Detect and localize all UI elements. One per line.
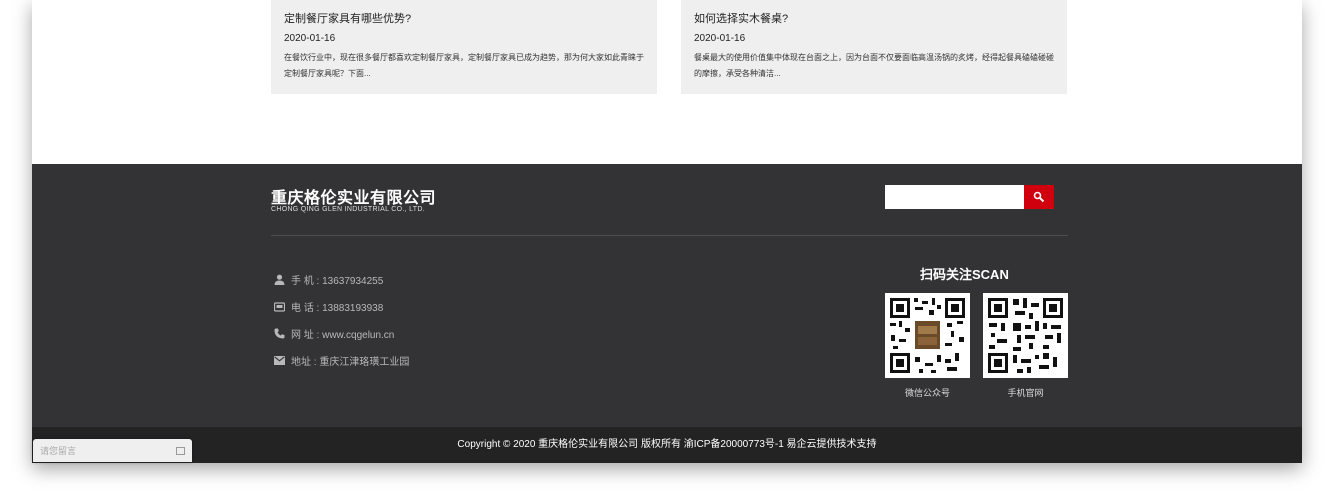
phone-desk-icon [273, 301, 285, 313]
message-widget-tab[interactable]: 请您留言 [33, 439, 192, 462]
footer: 重庆格伦实业有限公司 CHONG QING GLEN INDUSTRIAL CO… [32, 164, 1302, 427]
copyright-bar: Copyright © 2020 重庆格伦实业有限公司 版权所有 渝ICP备20… [32, 427, 1302, 463]
qr-label-wechat: 微信公众号 [904, 388, 950, 398]
footer-brand-name: 重庆格伦实业有限公司 [271, 190, 437, 207]
news-card[interactable]: 如何选择实木餐桌? 2020-01-16 餐桌最大的使用价值集中体现在台面之上，… [681, 0, 1067, 94]
news-title[interactable]: 如何选择实木餐桌? [694, 12, 1054, 26]
contact-address: 地址 : 重庆江津珞璜工业园 [273, 347, 409, 374]
news-title[interactable]: 定制餐厅家具有哪些优势? [284, 12, 644, 26]
news-date: 2020-01-16 [284, 33, 336, 44]
contact-text: 网 址 : www.cqgelun.cn [291, 330, 395, 341]
message-tab-label: 请您留言 [40, 446, 77, 456]
news-excerpt: 在餐饮行业中，现在很多餐厅都喜欢定制餐厅家具，定制餐厅家具已成为趋势，那为何大家… [284, 53, 644, 78]
contact-text: 地址 : 重庆江津珞璜工业园 [291, 357, 410, 368]
copyright-text: Copyright © 2020 重庆格伦实业有限公司 版权所有 渝ICP备20… [457, 439, 877, 450]
mail-icon [273, 355, 285, 367]
search-icon [1033, 191, 1045, 203]
footer-brand-english: CHONG QING GLEN INDUSTRIAL CO., LTD. [271, 206, 425, 213]
search-button[interactable] [1024, 185, 1054, 209]
footer-divider [271, 235, 1068, 236]
search-input[interactable] [885, 185, 1024, 209]
phone-icon [273, 328, 285, 340]
contact-website: 网 址 : www.cqgelun.cn [273, 320, 409, 347]
scan-title: 扫码关注SCAN [920, 267, 1009, 282]
contact-text: 手 机 : 13637934255 [291, 276, 384, 287]
contact-list: 手 机 : 13637934255 电 话 : 13883193938 网 址 … [273, 266, 409, 374]
news-date: 2020-01-16 [694, 33, 746, 44]
contact-mobile: 手 机 : 13637934255 [273, 266, 409, 293]
wechat-qr-code [885, 293, 970, 378]
news-card[interactable]: 定制餐厅家具有哪些优势? 2020-01-16 在餐饮行业中，现在很多餐厅都喜欢… [271, 0, 657, 94]
mobile-site-qr-code [983, 293, 1068, 378]
user-icon [273, 274, 285, 286]
contact-phone: 电 话 : 13883193938 [273, 293, 409, 320]
expand-icon[interactable] [176, 446, 185, 455]
footer-search [885, 185, 1054, 209]
qr-label-mobile: 手机官网 [1007, 388, 1044, 398]
news-excerpt: 餐桌最大的使用价值集中体现在台面之上，因为台面不仅要面临高温汤锅的炙烤，经得起餐… [694, 53, 1054, 78]
contact-text: 电 话 : 13883193938 [291, 303, 384, 314]
page-frame: 定制餐厅家具有哪些优势? 2020-01-16 在餐饮行业中，现在很多餐厅都喜欢… [32, 0, 1302, 463]
